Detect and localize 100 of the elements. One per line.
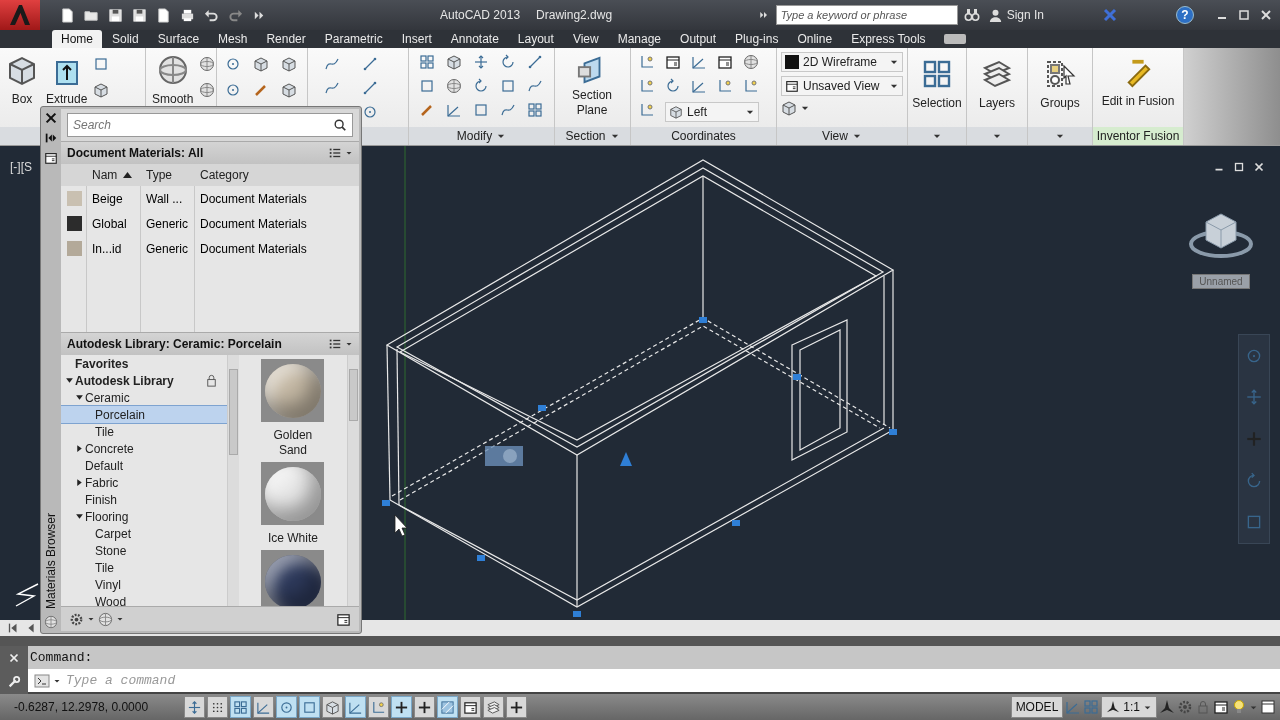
- ribbon-tab[interactable]: Solid: [103, 30, 148, 48]
- search-field[interactable]: Search: [67, 113, 353, 137]
- binoc-icon[interactable]: [963, 7, 980, 23]
- max-icon[interactable]: [1236, 7, 1252, 23]
- circle-icon[interactable]: [225, 81, 241, 98]
- app-logo-icon[interactable]: [7, 3, 33, 27]
- ribbon-tab[interactable]: Plug-ins: [726, 30, 788, 48]
- tree-item[interactable]: Stone: [61, 542, 227, 559]
- sphere-icon[interactable]: [156, 53, 189, 86]
- cube-icon[interactable]: [253, 55, 269, 72]
- line-icon[interactable]: [527, 53, 543, 70]
- tree-item[interactable]: Vinyl: [61, 576, 227, 593]
- sphere-icon[interactable]: [743, 53, 759, 70]
- tree-item[interactable]: Concrete: [61, 440, 227, 457]
- expanded-arrow-icon[interactable]: [74, 512, 84, 521]
- list-icon[interactable]: [328, 337, 342, 351]
- ribbon-tab[interactable]: Parametric: [315, 30, 392, 48]
- grid-icon[interactable]: [419, 53, 435, 70]
- properties-icon[interactable]: [44, 151, 58, 165]
- line-icon[interactable]: [362, 55, 378, 72]
- sign-in-button[interactable]: Sign In: [985, 5, 1046, 25]
- axes-icon[interactable]: [743, 77, 759, 94]
- bulb-icon[interactable]: [1231, 699, 1247, 715]
- wrench-icon[interactable]: [7, 675, 21, 689]
- tree-item[interactable]: Ceramic: [61, 389, 227, 406]
- box-button[interactable]: Box: [4, 51, 40, 108]
- properties-icon[interactable]: [717, 53, 733, 70]
- search-icon[interactable]: [333, 118, 347, 132]
- tree-item[interactable]: Porcelain: [61, 406, 227, 423]
- viewport-controls-label[interactable]: [-][S: [10, 160, 32, 174]
- column-header[interactable]: Nam: [87, 168, 141, 182]
- sphere-icon[interactable]: [199, 81, 216, 98]
- tree-item[interactable]: Favorites: [61, 355, 227, 372]
- tree-item[interactable]: Wood: [61, 593, 227, 606]
- printer-icon[interactable]: [180, 7, 195, 23]
- list-icon[interactable]: [328, 146, 342, 160]
- scrollbar[interactable]: [226, 355, 239, 606]
- caret-icon[interactable]: [345, 340, 353, 348]
- help-button[interactable]: ?: [1176, 6, 1194, 24]
- window-icon[interactable]: [1260, 699, 1276, 715]
- prompt-icon[interactable]: [34, 672, 50, 689]
- properties-icon[interactable]: [665, 53, 681, 70]
- cube-icon[interactable]: [281, 81, 297, 98]
- annotation-scale-button[interactable]: 1:1: [1101, 696, 1157, 718]
- save-icon[interactable]: [108, 7, 123, 23]
- search-field[interactable]: Type a keyword or phrase: [775, 5, 958, 25]
- panel-toggle-button[interactable]: [943, 34, 966, 44]
- ribbon-tab[interactable]: View: [563, 30, 608, 48]
- tree-item[interactable]: Finish: [61, 491, 227, 508]
- axes-icon[interactable]: [717, 77, 733, 94]
- scrollbar[interactable]: [347, 355, 359, 606]
- properties-icon[interactable]: [1213, 699, 1229, 715]
- ribbon-tab[interactable]: Layout: [508, 30, 563, 48]
- tree-item[interactable]: Flooring: [61, 508, 227, 525]
- extrude-button[interactable]: Extrude: [44, 51, 90, 108]
- expanded-arrow-icon[interactable]: [74, 393, 84, 402]
- axes-icon[interactable]: [639, 101, 655, 118]
- max-icon[interactable]: [1232, 160, 1246, 174]
- rotate-icon[interactable]: [665, 77, 681, 94]
- properties-icon[interactable]: [336, 611, 351, 627]
- cube-icon[interactable]: [281, 55, 297, 72]
- collapsed-arrow-icon[interactable]: [74, 444, 84, 453]
- caret-icon[interactable]: [116, 615, 124, 623]
- rotate-icon[interactable]: [500, 53, 516, 70]
- application-menu-button[interactable]: [0, 0, 40, 30]
- visual-style-dropdown[interactable]: 2D Wireframe: [781, 51, 903, 72]
- tree-item[interactable]: Fabric: [61, 474, 227, 491]
- smooth-button[interactable]: Smooth: [150, 51, 196, 108]
- properties-icon[interactable]: [785, 78, 799, 93]
- view-dropdown[interactable]: Left: [665, 101, 759, 122]
- sphere-icon[interactable]: [98, 611, 113, 627]
- new-icon[interactable]: [60, 7, 75, 23]
- column-header[interactable]: Type: [141, 168, 195, 182]
- ribbon-tab[interactable]: Insert: [392, 30, 441, 48]
- tree-item[interactable]: Carpet: [61, 525, 227, 542]
- redo-icon[interactable]: [228, 7, 243, 23]
- cube-icon[interactable]: [669, 104, 683, 119]
- grid-icon[interactable]: [527, 101, 543, 118]
- command-line-field[interactable]: Type a command: [28, 669, 1280, 694]
- new-icon[interactable]: [156, 7, 171, 23]
- expanded-arrow-icon[interactable]: [64, 376, 74, 385]
- ribbon-tab[interactable]: Render: [257, 30, 315, 48]
- more-icon[interactable]: [757, 9, 770, 21]
- move-arrows-icon[interactable]: [473, 53, 489, 70]
- sphere-icon[interactable]: [199, 55, 216, 72]
- cube-icon[interactable]: [781, 99, 797, 116]
- rotate-icon[interactable]: [473, 77, 489, 94]
- edit-in-fusion-button[interactable]: Edit in Fusion: [1097, 51, 1179, 110]
- tree-item[interactable]: Autodesk Library: [61, 372, 227, 389]
- cube-icon[interactable]: [93, 81, 110, 98]
- ribbon-tab[interactable]: Output: [671, 30, 726, 48]
- tree-item[interactable]: Tile: [61, 423, 227, 440]
- sphere-icon[interactable]: [446, 77, 462, 94]
- ribbon-tab[interactable]: Online: [788, 30, 842, 48]
- circle-icon[interactable]: [225, 55, 241, 72]
- sphere-icon[interactable]: [44, 615, 58, 629]
- ribbon-tab[interactable]: Home: [52, 30, 102, 48]
- ribbon-tab[interactable]: Surface: [148, 30, 209, 48]
- model-space-button[interactable]: MODEL: [1010, 696, 1064, 718]
- cube-icon[interactable]: [446, 53, 462, 70]
